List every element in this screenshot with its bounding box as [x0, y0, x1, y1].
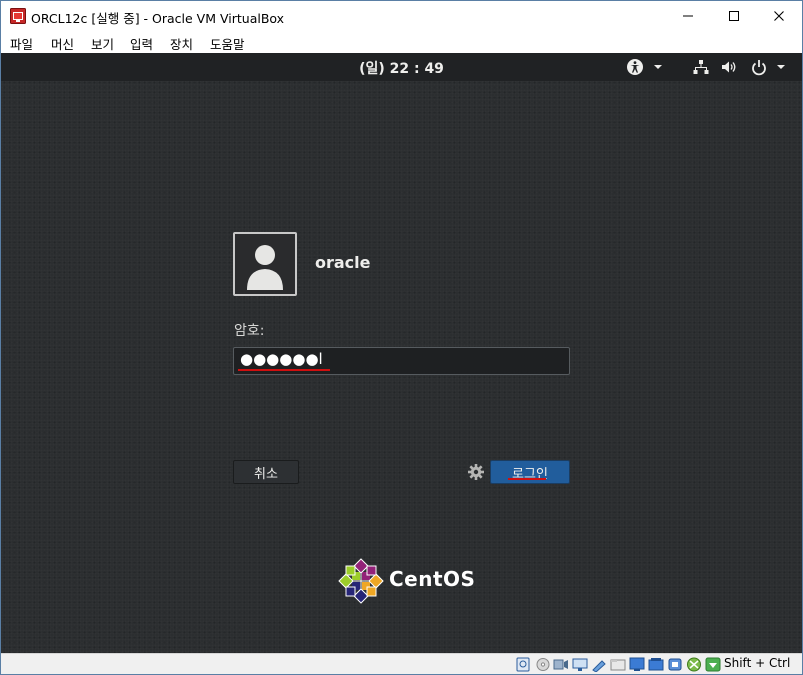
centos-logo — [338, 558, 384, 604]
host-key-icon[interactable] — [705, 657, 721, 672]
audio-icon[interactable] — [553, 657, 569, 672]
menu-view[interactable]: 보기 — [91, 34, 114, 53]
gear-icon[interactable] — [467, 463, 485, 485]
menu-input[interactable]: 입력 — [130, 34, 153, 53]
chevron-down-icon[interactable] — [776, 58, 786, 76]
centos-wordmark: CentOS — [389, 567, 476, 591]
minimize-icon — [683, 15, 693, 17]
host-key-label: Shift + Ctrl — [724, 656, 791, 670]
virtualbox-icon — [10, 8, 26, 24]
user-avatar — [233, 232, 297, 296]
network-adapter-icon[interactable] — [572, 657, 588, 672]
close-icon — [774, 11, 784, 21]
password-masked-value: ●●●●●●l — [240, 350, 323, 368]
optical-drive-icon[interactable] — [535, 657, 551, 672]
status-bar: Shift + Ctrl — [1, 653, 802, 674]
login-button[interactable]: 로그인 — [490, 460, 570, 484]
title-bar[interactable]: ORCL12c [실행 중] - Oracle VM VirtualBox — [1, 1, 802, 31]
mouse-integration-icon[interactable] — [686, 657, 702, 672]
minimize-button[interactable] — [665, 1, 711, 31]
close-button[interactable] — [756, 1, 802, 31]
clock[interactable]: (일) 22 : 49 — [1, 58, 802, 78]
video-capture-icon[interactable] — [648, 657, 664, 672]
password-field[interactable]: ●●●●●●l — [233, 347, 570, 375]
gnome-top-bar: (일) 22 : 49 — [1, 53, 802, 81]
hard-disk-icon[interactable] — [516, 657, 532, 672]
menu-file[interactable]: 파일 — [10, 34, 33, 53]
red-underline-annotation — [508, 478, 546, 480]
cancel-button[interactable]: 취소 — [233, 460, 299, 484]
usb-icon[interactable] — [591, 657, 607, 672]
cancel-button-label: 취소 — [254, 466, 278, 482]
shared-folders-icon[interactable] — [610, 657, 626, 672]
red-underline-annotation — [238, 369, 330, 371]
menu-devices[interactable]: 장치 — [170, 34, 193, 53]
power-icon[interactable] — [751, 58, 767, 76]
display-icon[interactable] — [629, 657, 645, 672]
password-label: 암호: — [234, 323, 265, 339]
username: oracle — [315, 253, 371, 272]
accessibility-icon[interactable] — [626, 58, 644, 76]
maximize-icon — [729, 11, 739, 21]
menu-help[interactable]: 도움말 — [210, 34, 245, 53]
menu-bar: 파일 머신 보기 입력 장치 도움말 — [1, 31, 802, 53]
user-icon — [235, 234, 295, 294]
virtualbox-window: ORCL12c [실행 중] - Oracle VM VirtualBox 파일… — [0, 0, 803, 675]
cpu-icon[interactable] — [667, 657, 683, 672]
menu-machine[interactable]: 머신 — [51, 34, 74, 53]
window-title: ORCL12c [실행 중] - Oracle VM VirtualBox — [31, 11, 285, 26]
maximize-button[interactable] — [711, 1, 757, 31]
network-icon[interactable] — [693, 58, 709, 76]
guest-screen[interactable]: (일) 22 : 49 oracle 암호: ●●●●●●l 취소 로그인 Ce… — [1, 53, 802, 653]
volume-icon[interactable] — [721, 58, 737, 76]
chevron-down-icon[interactable] — [653, 58, 663, 76]
